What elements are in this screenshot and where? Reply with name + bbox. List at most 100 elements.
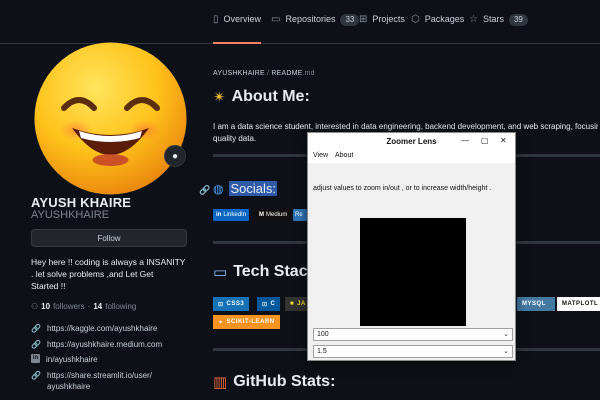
- breadcrumb-file: README: [271, 70, 303, 77]
- following-label[interactable]: following: [105, 302, 136, 311]
- chevron-down-icon: ⌄: [503, 348, 509, 355]
- profile-bio: Hey here !! coding is always a INSANITY …: [31, 256, 191, 292]
- tab-projects-label: Projects: [372, 14, 405, 24]
- tab-stars[interactable]: ☆ Stars 39: [469, 14, 528, 44]
- medium-badge-label: Medium: [266, 212, 288, 218]
- laptop-icon: ▭: [213, 264, 228, 281]
- menu-view[interactable]: View: [313, 152, 328, 159]
- chevron-down-icon: ⌄: [503, 331, 509, 338]
- javascript-badge[interactable]: ■ JA: [285, 297, 307, 311]
- followers-count[interactable]: 10: [41, 302, 50, 311]
- tab-packages-label: Packages: [424, 14, 465, 24]
- c-badge-label: C: [270, 301, 276, 307]
- zoomer-lens-window: Zoomer Lens — ▢ ✕ View About adjust valu…: [307, 132, 516, 361]
- stats-heading-text: GitHub Stats:: [233, 373, 336, 390]
- status-emoji-button[interactable]: ●: [164, 145, 186, 167]
- sparkle-icon: ✴: [213, 89, 226, 106]
- streamlit-link-text[interactable]: https://share.streamlit.io/user/ ayushkh…: [47, 370, 152, 392]
- maximize-icon[interactable]: ▢: [481, 136, 489, 145]
- table-icon: ⊞: [359, 14, 368, 25]
- about-heading-text: About Me:: [231, 88, 310, 105]
- profile-link-kaggle[interactable]: 🔗 https://kaggle.com/ayushkhaire: [31, 323, 157, 334]
- star-icon: ☆: [469, 14, 478, 25]
- zoom-preview-canvas: [360, 218, 466, 326]
- bar-chart-icon: ▥: [213, 374, 228, 391]
- repositories-count: 33: [340, 14, 360, 26]
- window-menubar: View About: [308, 151, 515, 163]
- following-count[interactable]: 14: [93, 302, 102, 311]
- profile-link-linkedin[interactable]: in in/ayushkhaire: [31, 354, 98, 365]
- profile-tab-nav: ▯ Overview ▭ Repositories 33 ⊞ Projects …: [0, 0, 600, 44]
- breadcrumb-user[interactable]: AYUSHKHAIRE: [213, 70, 265, 77]
- menu-about[interactable]: About: [335, 152, 353, 159]
- c-badge[interactable]: ⊡ C: [257, 297, 281, 311]
- socials-heading: ◍ Socials:: [213, 181, 278, 196]
- breadcrumb: AYUSHKHAIRE / README.md: [213, 70, 315, 77]
- profile-link-medium[interactable]: 🔗 https://ayushkhaire.medium.com: [31, 339, 162, 350]
- people-icon: ⚇: [31, 302, 39, 311]
- streamlit-link-line: ayushkhaire: [47, 382, 91, 391]
- minimize-icon[interactable]: —: [461, 136, 469, 145]
- tab-repositories[interactable]: ▭ Repositories 33: [271, 14, 360, 44]
- javascript-badge-label: JA: [297, 301, 306, 307]
- tab-stars-label: Stars: [482, 14, 504, 24]
- linkedin-link-text[interactable]: in/ayushkhaire: [46, 354, 98, 365]
- linkedin-icon: in: [31, 354, 40, 363]
- window-titlebar[interactable]: Zoomer Lens — ▢ ✕: [308, 133, 515, 151]
- tech-heading: ▭ Tech Stack: [213, 263, 316, 281]
- follow-stats: ⚇ 10 followers · 14 following: [31, 302, 136, 311]
- scikit-learn-badge-label: SCIKIT-LEARN: [226, 319, 275, 325]
- scale-select[interactable]: 1.5 ⌄: [313, 345, 513, 358]
- tab-packages[interactable]: ⬡ Packages: [411, 14, 464, 44]
- linkedin-icon: in: [216, 212, 222, 218]
- scikit-learn-icon: ✦: [218, 319, 224, 326]
- linkedin-badge[interactable]: in LinkedIn: [213, 209, 250, 221]
- tab-overview-label: Overview: [223, 14, 262, 24]
- anchor-link-icon[interactable]: 🔗: [199, 185, 210, 196]
- book-icon: ▯: [213, 14, 219, 25]
- stars-count: 39: [508, 14, 528, 26]
- partial-badge[interactable]: Re: [293, 209, 307, 221]
- follow-button[interactable]: Follow: [31, 229, 187, 247]
- matplotlib-badge-label: MATPLOTL: [562, 301, 599, 307]
- bio-line: Hey here !! coding is always a INSANITY: [31, 257, 186, 267]
- tab-overview[interactable]: ▯ Overview: [213, 14, 261, 44]
- avatar[interactable]: [34, 42, 187, 195]
- zoom-level-select[interactable]: 100 ⌄: [313, 328, 513, 341]
- css3-icon: ⊡: [218, 301, 224, 308]
- medium-icon: M: [259, 212, 264, 218]
- scale-value: 1.5: [317, 348, 327, 355]
- css3-badge-label: CSS3: [226, 301, 245, 307]
- follow-separator: ·: [87, 302, 91, 311]
- zoom-instructions: adjust values to zoom in/out , or to inc…: [313, 185, 492, 192]
- close-icon[interactable]: ✕: [500, 136, 507, 145]
- profile-name: AYUSH KHAIRE: [31, 195, 132, 210]
- partial-badge-label: Re: [295, 212, 303, 218]
- link-icon: 🔗: [31, 324, 41, 333]
- package-icon: ⬡: [411, 14, 420, 25]
- smiling-face-icon: [34, 42, 187, 195]
- streamlit-link-line: https://share.streamlit.io/user/: [47, 371, 152, 380]
- repo-icon: ▭: [271, 14, 281, 25]
- kaggle-link-text[interactable]: https://kaggle.com/ayushkhaire: [47, 323, 157, 334]
- bio-line: . let solve problems ,and Let Get: [31, 269, 154, 279]
- followers-label[interactable]: followers: [53, 302, 85, 311]
- tab-projects[interactable]: ⊞ Projects: [359, 14, 405, 44]
- bio-line: Started !!: [31, 281, 66, 291]
- link-icon: 🔗: [31, 340, 41, 349]
- linkedin-badge-label: LinkedIn: [223, 212, 247, 218]
- c-icon: ⊡: [262, 301, 268, 308]
- medium-link-text[interactable]: https://ayushkhaire.medium.com: [47, 339, 162, 350]
- css3-badge[interactable]: ⊡ CSS3: [213, 297, 250, 311]
- profile-link-streamlit[interactable]: 🔗 https://share.streamlit.io/user/ ayush…: [31, 370, 152, 392]
- scikit-learn-badge[interactable]: ✦ SCIKIT-LEARN: [213, 315, 280, 329]
- about-heading: ✴ About Me:: [213, 88, 310, 106]
- globe-icon: ◍: [213, 181, 224, 196]
- mysql-badge[interactable]: MYSQL: [517, 297, 555, 311]
- breadcrumb-ext: .md: [302, 70, 315, 77]
- matplotlib-badge[interactable]: MATPLOTL: [557, 297, 600, 311]
- js-icon: ■: [290, 301, 295, 307]
- stats-heading: ▥ GitHub Stats:: [213, 373, 335, 391]
- medium-badge[interactable]: M Medium: [256, 209, 291, 221]
- zoom-level-value: 100: [317, 331, 329, 338]
